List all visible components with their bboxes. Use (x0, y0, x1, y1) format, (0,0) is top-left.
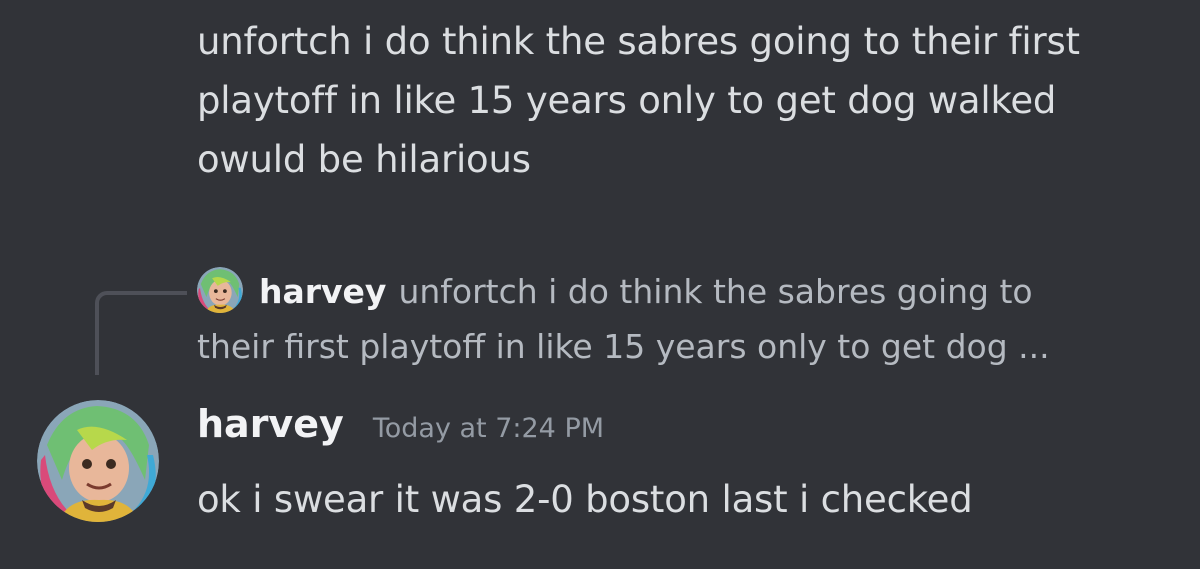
message-text: ok i swear it was 2-0 boston last i chec… (197, 478, 973, 521)
reply-text-line2: their first playtoff in like 15 years on… (197, 327, 1050, 366)
author-avatar[interactable] (37, 400, 159, 522)
message-text: unfortch i do think the sabres going to … (197, 20, 1080, 181)
reply-avatar[interactable] (197, 267, 243, 313)
author-name[interactable]: harvey (197, 402, 344, 446)
chat-messages: unfortch i do think the sabres going to … (0, 0, 1200, 569)
reply-author[interactable]: harvey (259, 272, 386, 311)
reply-text-line1: unfortch i do think the sabres going to (398, 272, 1033, 311)
reply-connector-line (95, 291, 187, 375)
message-header: harvey Today at 7:24 PM (197, 402, 604, 446)
message-timestamp[interactable]: Today at 7:24 PM (373, 413, 604, 444)
reply-preview[interactable]: harvey unfortch i do think the sabres goi… (197, 264, 1157, 374)
